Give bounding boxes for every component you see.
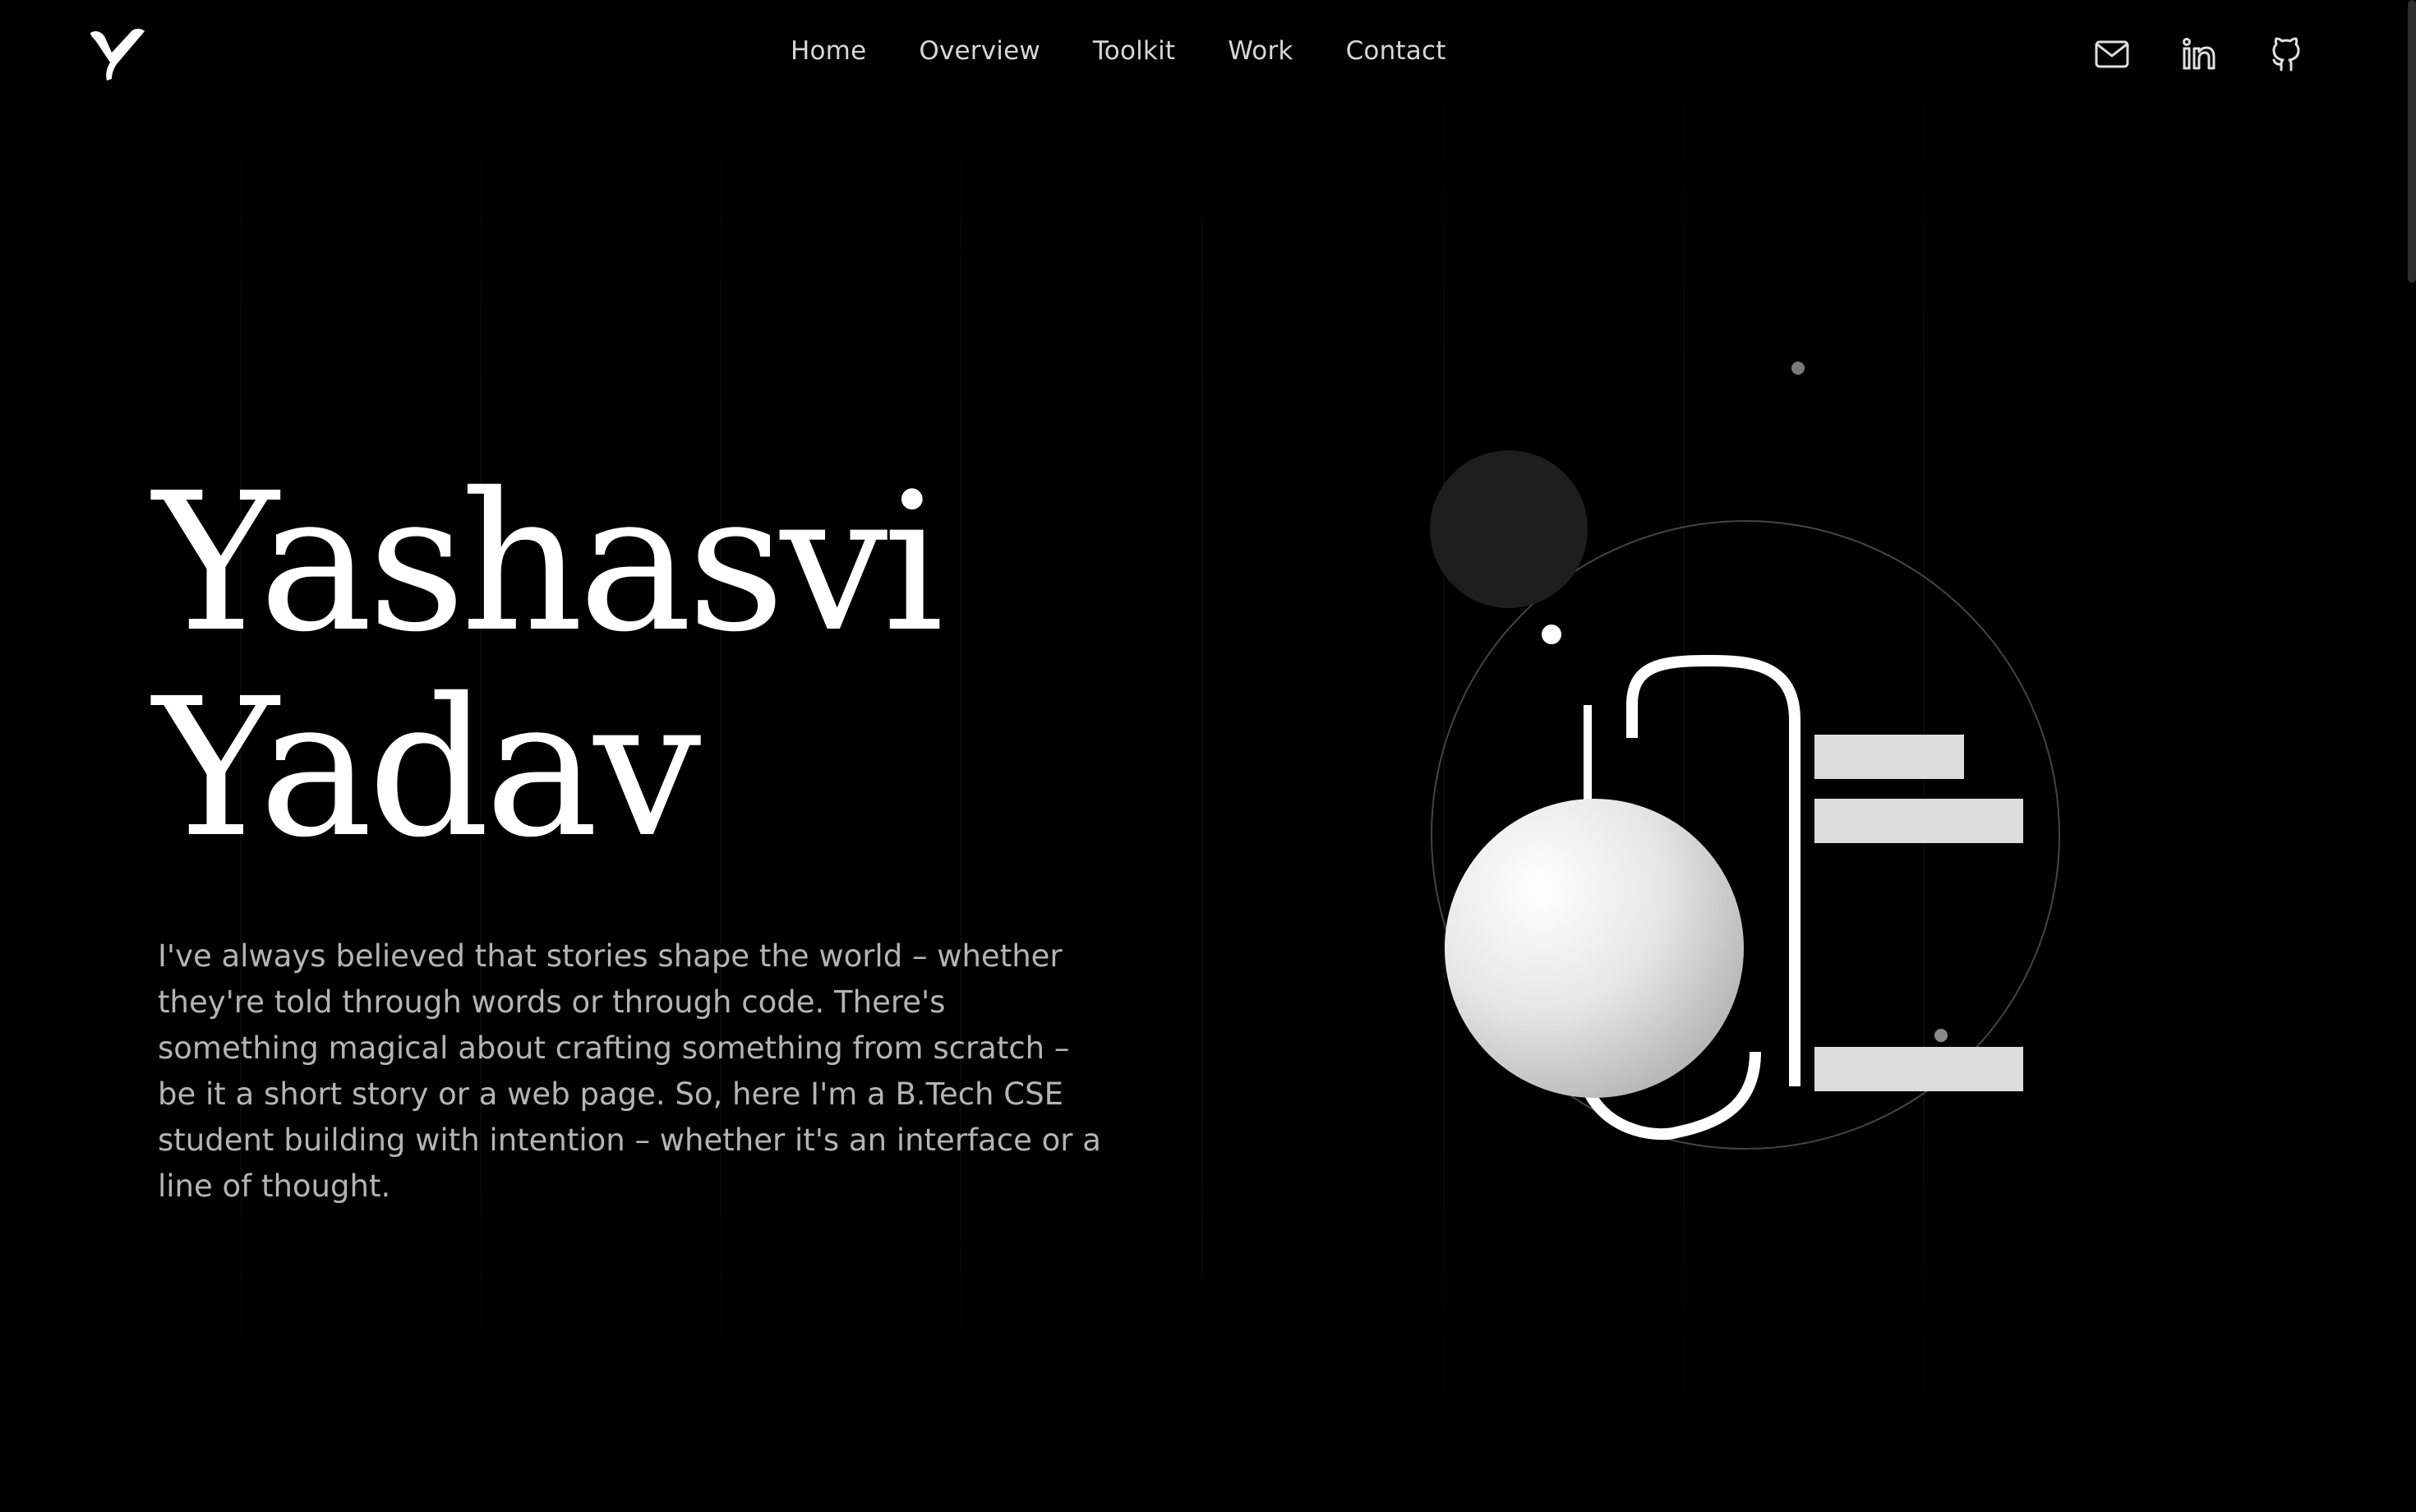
main-nav: Home Overview Toolkit Work Contact bbox=[791, 36, 1446, 66]
y-monogram-icon[interactable] bbox=[87, 28, 148, 82]
bar-bottom bbox=[1814, 1047, 2023, 1091]
nav-overview[interactable]: Overview bbox=[919, 36, 1040, 66]
hero-name: Yashasvi Yadav bbox=[153, 452, 944, 879]
github-icon[interactable] bbox=[2268, 36, 2304, 72]
bar-middle bbox=[1814, 799, 2023, 843]
hero-description: I've always believed that stories shape … bbox=[158, 938, 1101, 1204]
mail-icon[interactable] bbox=[2094, 36, 2130, 72]
nav-contact[interactable]: Contact bbox=[1346, 36, 1446, 66]
nav-work[interactable]: Work bbox=[1228, 36, 1293, 66]
white-dot bbox=[1542, 625, 1561, 644]
hero-name-line2: Yadav bbox=[153, 657, 701, 879]
dark-circle bbox=[1430, 450, 1588, 608]
scrollbar-thumb[interactable] bbox=[2408, 0, 2416, 283]
sphere bbox=[1445, 799, 1744, 1098]
grey-dot bbox=[1934, 1029, 1948, 1042]
hero-name-line1: Yashasvi bbox=[153, 452, 944, 674]
grid-line bbox=[960, 82, 961, 1413]
nav-home[interactable]: Home bbox=[791, 36, 866, 66]
small-dot bbox=[1791, 362, 1805, 375]
linkedin-icon[interactable] bbox=[2181, 36, 2217, 72]
bar-top bbox=[1814, 735, 1964, 779]
nav-toolkit[interactable]: Toolkit bbox=[1093, 36, 1175, 66]
abstract-illustration bbox=[1430, 362, 2060, 1150]
social-links bbox=[2094, 36, 2304, 72]
grid-line bbox=[1201, 82, 1203, 1413]
